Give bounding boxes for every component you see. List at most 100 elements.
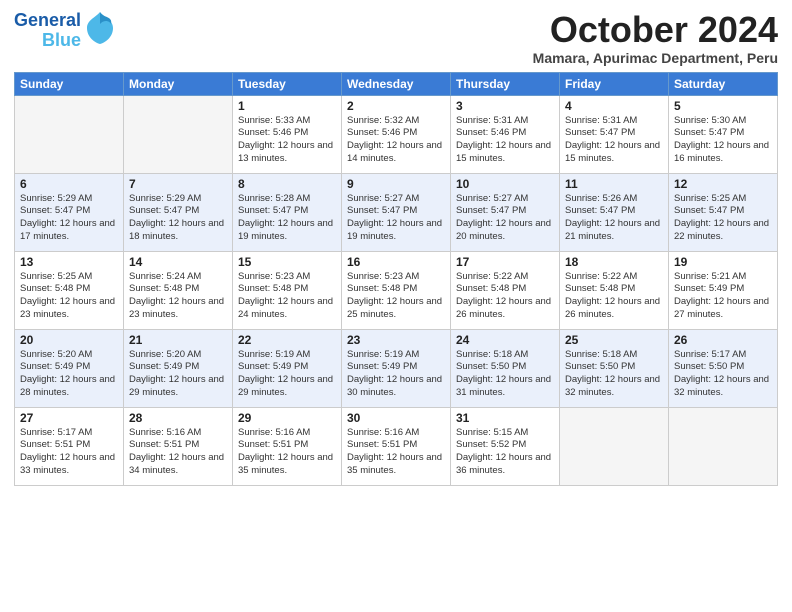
day-info: Sunrise: 5:22 AMSunset: 5:48 PMDaylight:… [456,271,554,322]
calendar-day-cell: 30Sunrise: 5:16 AMSunset: 5:51 PMDayligh… [342,407,451,485]
day-info: Sunrise: 5:20 AMSunset: 5:49 PMDaylight:… [20,349,118,400]
day-number: 2 [347,99,445,113]
day-number: 31 [456,411,554,425]
day-info: Sunrise: 5:33 AMSunset: 5:46 PMDaylight:… [238,115,336,166]
day-number: 10 [456,177,554,191]
day-number: 28 [129,411,227,425]
calendar-day-cell: 28 Sunrise: 5:16 AMSunset: 5:51 PMDayligh… [124,407,233,485]
day-number: 19 [674,255,772,269]
calendar-day-cell: 16 Sunrise: 5:23 AMSunset: 5:48 PMDayligh… [342,251,451,329]
day-info: Sunrise: 5:22 AMSunset: 5:48 PMDaylight:… [565,271,663,322]
day-info: Sunrise: 5:15 AMSunset: 5:52 PMDaylight:… [456,427,554,478]
day-info: Sunrise: 5:16 AMSunset: 5:51 PMDaylight:… [129,427,227,478]
day-number: 25 [565,333,663,347]
day-info: Sunrise: 5:26 AMSunset: 5:47 PMDaylight:… [565,193,663,244]
day-info: Sunrise: 5:16 AMSunset: 5:51 PMDaylight:… [347,427,445,478]
calendar-day-cell: 4 Sunrise: 5:31 AMSunset: 5:47 PMDaylight… [560,95,669,173]
day-info: Sunrise: 5:17 AMSunset: 5:50 PMDaylight:… [674,349,772,400]
calendar-day-cell: 3 Sunrise: 5:31 AMSunset: 5:46 PMDaylight… [451,95,560,173]
calendar-week-row: 6 Sunrise: 5:29 AMSunset: 5:47 PMDaylight… [15,173,778,251]
day-info: Sunrise: 5:31 AMSunset: 5:46 PMDaylight:… [456,115,554,166]
col-thursday: Thursday [451,72,560,95]
day-number: 16 [347,255,445,269]
calendar-day-cell: 23 Sunrise: 5:19 AMSunset: 5:49 PMDayligh… [342,329,451,407]
day-number: 3 [456,99,554,113]
day-info: Sunrise: 5:17 AMSunset: 5:51 PMDaylight:… [20,427,118,478]
day-info: Sunrise: 5:29 AMSunset: 5:47 PMDaylight:… [20,193,118,244]
day-number: 4 [565,99,663,113]
day-info: Sunrise: 5:32 AMSunset: 5:46 PMDaylight:… [347,115,445,166]
day-info: Sunrise: 5:23 AMSunset: 5:48 PMDaylight:… [347,271,445,322]
calendar-day-cell: 8Sunrise: 5:28 AMSunset: 5:47 PMDaylight… [233,173,342,251]
logo-bird-icon [85,10,115,51]
day-number: 8 [238,177,336,191]
calendar-day-cell: 6 Sunrise: 5:29 AMSunset: 5:47 PMDaylight… [15,173,124,251]
calendar-day-cell: 21 Sunrise: 5:20 AMSunset: 5:49 PMDayligh… [124,329,233,407]
calendar-day-cell: 25 Sunrise: 5:18 AMSunset: 5:50 PMDayligh… [560,329,669,407]
day-info: Sunrise: 5:27 AMSunset: 5:47 PMDaylight:… [347,193,445,244]
day-number: 7 [129,177,227,191]
calendar-day-cell: 1Sunrise: 5:33 AMSunset: 5:46 PMDaylight… [233,95,342,173]
col-tuesday: Tuesday [233,72,342,95]
calendar-day-cell: 18 Sunrise: 5:22 AMSunset: 5:48 PMDayligh… [560,251,669,329]
day-number: 23 [347,333,445,347]
calendar-day-cell: 7Sunrise: 5:29 AMSunset: 5:47 PMDaylight… [124,173,233,251]
calendar-day-cell: 22 Sunrise: 5:19 AMSunset: 5:49 PMDayligh… [233,329,342,407]
day-number: 24 [456,333,554,347]
calendar-day-cell: 12Sunrise: 5:25 AMSunset: 5:47 PMDayligh… [669,173,778,251]
day-info: Sunrise: 5:31 AMSunset: 5:47 PMDaylight:… [565,115,663,166]
calendar-header-row: Sunday Monday Tuesday Wednesday Thursday… [15,72,778,95]
day-info: Sunrise: 5:25 AMSunset: 5:47 PMDaylight:… [674,193,772,244]
calendar-day-cell: 26 Sunrise: 5:17 AMSunset: 5:50 PMDayligh… [669,329,778,407]
day-info: Sunrise: 5:18 AMSunset: 5:50 PMDaylight:… [565,349,663,400]
col-wednesday: Wednesday [342,72,451,95]
month-title: October 2024 [533,10,778,50]
calendar-day-cell: 13 Sunrise: 5:25 AMSunset: 5:48 PMDayligh… [15,251,124,329]
day-info: Sunrise: 5:23 AMSunset: 5:48 PMDaylight:… [238,271,336,322]
day-number: 14 [129,255,227,269]
day-number: 26 [674,333,772,347]
logo: General Blue [14,10,115,51]
day-number: 27 [20,411,118,425]
day-info: Sunrise: 5:30 AMSunset: 5:47 PMDaylight:… [674,115,772,166]
day-info: Sunrise: 5:24 AMSunset: 5:48 PMDaylight:… [129,271,227,322]
calendar-day-cell [15,95,124,173]
calendar-day-cell [669,407,778,485]
day-info: Sunrise: 5:20 AMSunset: 5:49 PMDaylight:… [129,349,227,400]
day-number: 5 [674,99,772,113]
day-info: Sunrise: 5:19 AMSunset: 5:49 PMDaylight:… [238,349,336,400]
day-number: 20 [20,333,118,347]
day-info: Sunrise: 5:19 AMSunset: 5:49 PMDaylight:… [347,349,445,400]
calendar-day-cell: 9 Sunrise: 5:27 AMSunset: 5:47 PMDaylight… [342,173,451,251]
calendar-day-cell: 31 Sunrise: 5:15 AMSunset: 5:52 PMDayligh… [451,407,560,485]
page: General Blue October 2024 Mamara, Apurim… [0,0,792,612]
day-number: 11 [565,177,663,191]
calendar-day-cell [560,407,669,485]
day-number: 13 [20,255,118,269]
col-monday: Monday [124,72,233,95]
day-number: 18 [565,255,663,269]
logo-general: General [14,11,81,31]
col-sunday: Sunday [15,72,124,95]
day-info: Sunrise: 5:25 AMSunset: 5:48 PMDaylight:… [20,271,118,322]
day-number: 6 [20,177,118,191]
title-block: October 2024 Mamara, Apurimac Department… [533,10,778,66]
day-info: Sunrise: 5:18 AMSunset: 5:50 PMDaylight:… [456,349,554,400]
calendar-week-row: 13 Sunrise: 5:25 AMSunset: 5:48 PMDayligh… [15,251,778,329]
header: General Blue October 2024 Mamara, Apurim… [14,10,778,66]
col-saturday: Saturday [669,72,778,95]
location-title: Mamara, Apurimac Department, Peru [533,50,778,66]
calendar-day-cell: 20 Sunrise: 5:20 AMSunset: 5:49 PMDayligh… [15,329,124,407]
day-number: 21 [129,333,227,347]
day-info: Sunrise: 5:27 AMSunset: 5:47 PMDaylight:… [456,193,554,244]
calendar-day-cell: 10 Sunrise: 5:27 AMSunset: 5:47 PMDayligh… [451,173,560,251]
calendar-week-row: 27 Sunrise: 5:17 AMSunset: 5:51 PMDayligh… [15,407,778,485]
day-number: 22 [238,333,336,347]
day-info: Sunrise: 5:16 AMSunset: 5:51 PMDaylight:… [238,427,336,478]
calendar-week-row: 1Sunrise: 5:33 AMSunset: 5:46 PMDaylight… [15,95,778,173]
col-friday: Friday [560,72,669,95]
calendar-table: Sunday Monday Tuesday Wednesday Thursday… [14,72,778,486]
day-number: 9 [347,177,445,191]
day-number: 15 [238,255,336,269]
calendar-day-cell: 2 Sunrise: 5:32 AMSunset: 5:46 PMDaylight… [342,95,451,173]
